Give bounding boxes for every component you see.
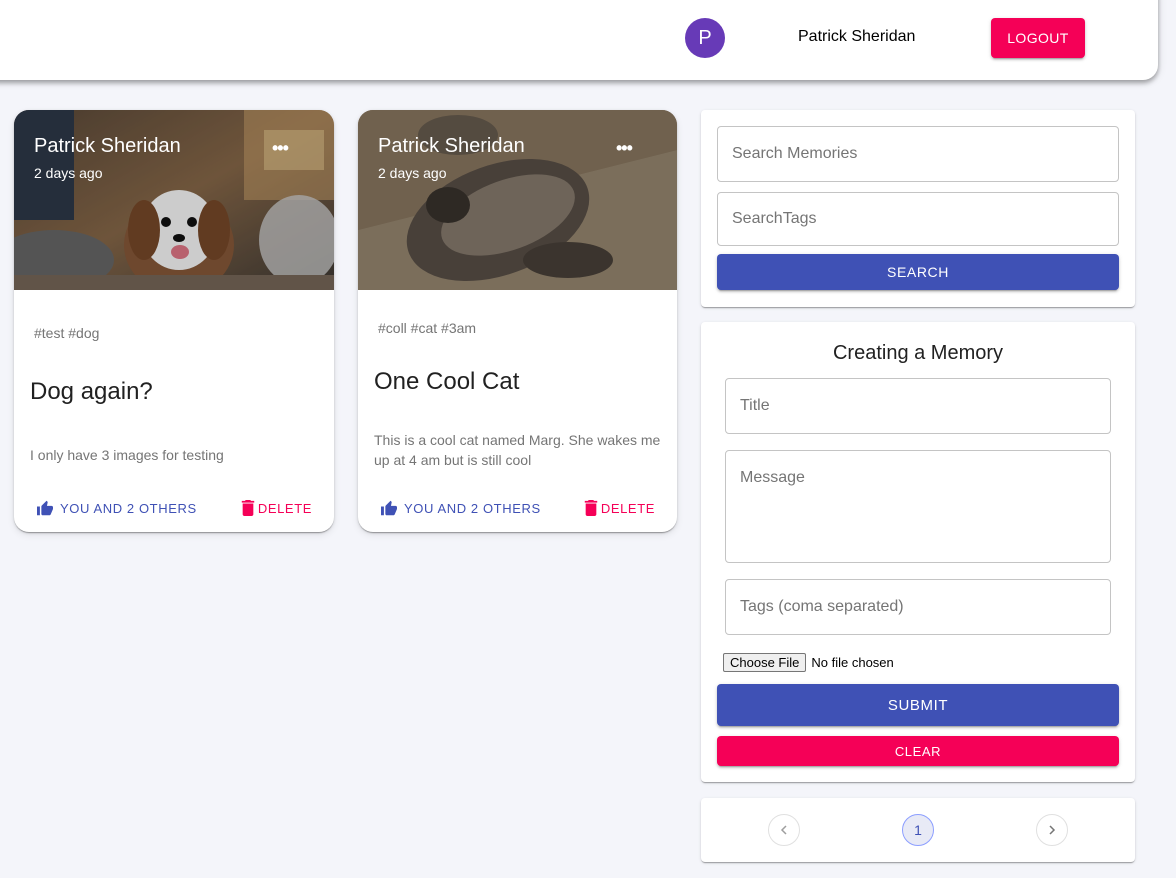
more-horiz-icon[interactable]: •••: [616, 138, 633, 159]
form-title: Creating a Memory: [832, 342, 1004, 364]
post-tags: #test #dog: [34, 325, 100, 341]
delete-label: DELETE: [257, 500, 312, 516]
search-panel: SEARCH: [701, 110, 1135, 307]
post-message: This is a cool cat named Marg. She wakes…: [374, 432, 661, 468]
search-tags-input[interactable]: [717, 192, 1119, 246]
post-card: Patrick Sheridan 2 days ago ••• #test #d…: [14, 110, 334, 532]
like-button[interactable]: YOU AND 2 OTHERS: [380, 500, 541, 516]
like-label: YOU AND 2 OTHERS: [60, 500, 197, 516]
create-memory-form: Creating a Memory Choose File No file ch…: [701, 322, 1135, 782]
search-memories-input[interactable]: [717, 126, 1119, 182]
pagination: 1: [701, 798, 1135, 862]
like-label: YOU AND 2 OTHERS: [404, 500, 541, 516]
app-bar: [0, 0, 1158, 80]
tags-input[interactable]: [725, 579, 1111, 635]
delete-label: DELETE: [600, 500, 655, 516]
post-image: Patrick Sheridan 2 days ago •••: [358, 110, 677, 290]
delete-button[interactable]: DELETE: [241, 500, 312, 516]
user-name: Patrick Sheridan: [798, 28, 916, 45]
post-author: Patrick Sheridan: [378, 135, 525, 157]
delete-icon: [584, 500, 598, 516]
post-message: I only have 3 images for testing: [30, 447, 224, 463]
clear-button[interactable]: CLEAR: [717, 736, 1119, 766]
post-time: 2 days ago: [378, 165, 447, 181]
post-title: One Cool Cat: [374, 368, 520, 395]
avatar[interactable]: P: [685, 18, 725, 58]
delete-button[interactable]: DELETE: [584, 500, 655, 516]
file-status: No file chosen: [811, 655, 894, 670]
file-input: Choose File No file chosen: [723, 653, 894, 672]
post-time: 2 days ago: [34, 165, 103, 181]
post-author: Patrick Sheridan: [34, 135, 181, 157]
search-button[interactable]: SEARCH: [717, 254, 1119, 290]
delete-icon: [241, 500, 255, 516]
thumb-up-icon: [381, 500, 397, 516]
like-button[interactable]: YOU AND 2 OTHERS: [36, 500, 197, 516]
submit-button[interactable]: SUBMIT: [717, 684, 1119, 726]
logout-button[interactable]: LOGOUT: [991, 18, 1085, 58]
post-title: Dog again?: [30, 378, 153, 405]
choose-file-button[interactable]: Choose File: [723, 653, 807, 672]
title-input[interactable]: [725, 378, 1111, 434]
thumb-up-icon: [37, 500, 53, 516]
more-horiz-icon[interactable]: •••: [272, 138, 289, 159]
chevron-left-icon[interactable]: [768, 814, 800, 846]
message-input[interactable]: [725, 450, 1111, 563]
chevron-right-icon[interactable]: [1036, 814, 1068, 846]
post-image: Patrick Sheridan 2 days ago •••: [14, 110, 334, 290]
post-tags: #coll #cat #3am: [378, 320, 477, 336]
post-card: Patrick Sheridan 2 days ago ••• #coll #c…: [358, 110, 677, 532]
page-1-button[interactable]: 1: [902, 814, 934, 846]
